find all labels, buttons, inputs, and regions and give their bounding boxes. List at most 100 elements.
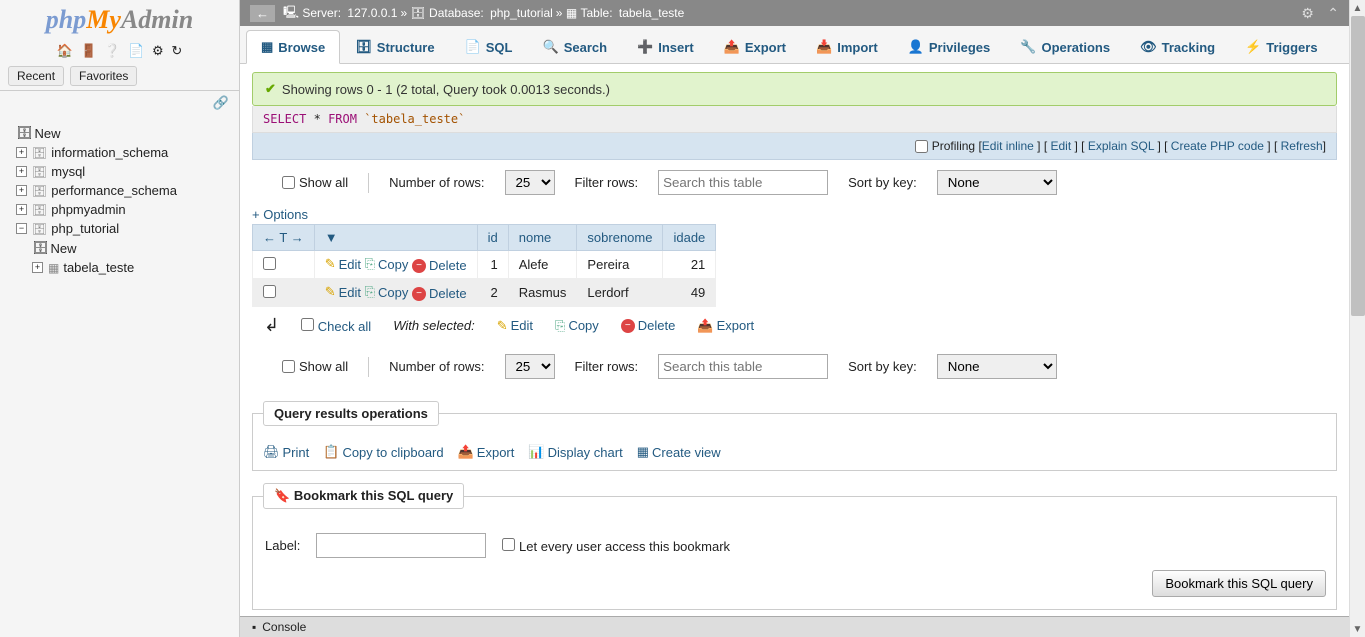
print-link[interactable]: 🖨Print bbox=[263, 444, 309, 460]
tree-db[interactable]: +🗄information_schema bbox=[4, 143, 235, 162]
tab-sql[interactable]: 📄SQL bbox=[450, 30, 528, 63]
clipboard-link[interactable]: 📋Copy to clipboard bbox=[323, 444, 443, 460]
tree-db[interactable]: +🗄mysql bbox=[4, 162, 235, 181]
explain-link[interactable]: Explain SQL bbox=[1088, 139, 1154, 153]
row-delete[interactable]: −Delete bbox=[412, 258, 467, 273]
sort-key-select[interactable]: None bbox=[937, 170, 1057, 195]
row-delete[interactable]: −Delete bbox=[412, 286, 467, 301]
create-view-link[interactable]: ▦Create view bbox=[637, 444, 721, 460]
filter-input[interactable] bbox=[658, 354, 828, 379]
check-all-control[interactable]: Check all bbox=[301, 318, 371, 334]
expand-icon[interactable]: + bbox=[16, 147, 27, 158]
nav-tabs: ▦Browse 🗄Structure 📄SQL 🔍Search ➕Insert … bbox=[240, 26, 1349, 64]
cell-id: 2 bbox=[477, 279, 508, 307]
expand-icon[interactable]: + bbox=[16, 204, 27, 215]
vertical-scrollbar[interactable]: ▲ ▼ bbox=[1349, 0, 1365, 637]
bulk-edit[interactable]: ✎Edit bbox=[497, 318, 533, 334]
breadcrumb-server[interactable]: 127.0.0.1 bbox=[347, 6, 397, 20]
show-all-checkbox[interactable] bbox=[282, 176, 295, 189]
sort-key-select[interactable]: None bbox=[937, 354, 1057, 379]
scroll-up-arrow[interactable]: ▲ bbox=[1350, 0, 1365, 16]
settings-icon[interactable]: ⚙ bbox=[152, 43, 164, 59]
expand-icon[interactable]: + bbox=[16, 185, 27, 196]
edit-link[interactable]: Edit bbox=[1050, 139, 1071, 153]
breadcrumb-db[interactable]: php_tutorial bbox=[490, 6, 553, 20]
tree-db-expanded[interactable]: −🗄php_tutorial bbox=[4, 219, 235, 238]
bulk-export[interactable]: 📤Export bbox=[697, 318, 754, 334]
row-copy[interactable]: ⎘Copy bbox=[365, 284, 409, 300]
tree-db[interactable]: +🗄phpmyadmin bbox=[4, 200, 235, 219]
tree-db[interactable]: +🗄performance_schema bbox=[4, 181, 235, 200]
column-idade[interactable]: idade bbox=[663, 225, 716, 251]
nav-collapse-button[interactable]: ← bbox=[250, 5, 275, 22]
show-all-control[interactable]: Show all bbox=[282, 175, 348, 190]
breadcrumb-table[interactable]: tabela_teste bbox=[619, 6, 684, 20]
column-sobrenome[interactable]: sobrenome bbox=[577, 225, 663, 251]
bookmark-share-checkbox[interactable] bbox=[502, 538, 515, 551]
sql-icon[interactable]: 📄 bbox=[128, 43, 144, 59]
tab-privileges[interactable]: 👤Privileges bbox=[893, 30, 1006, 63]
home-icon[interactable]: 🏠 bbox=[57, 43, 73, 59]
select-all-header[interactable]: ← T → bbox=[253, 225, 315, 251]
tree-new[interactable]: 🗄 New bbox=[4, 123, 235, 143]
profiling-checkbox[interactable] bbox=[915, 140, 928, 153]
column-id[interactable]: id bbox=[477, 225, 508, 251]
expand-icon[interactable]: + bbox=[32, 262, 43, 273]
column-nome[interactable]: nome bbox=[508, 225, 577, 251]
scroll-down-arrow[interactable]: ▼ bbox=[1350, 621, 1365, 637]
sort-indicator[interactable]: ▼ bbox=[314, 225, 477, 251]
chart-link[interactable]: 📊Display chart bbox=[528, 444, 622, 460]
row-copy[interactable]: ⎘Copy bbox=[365, 256, 409, 272]
row-edit[interactable]: ✎Edit bbox=[325, 256, 361, 272]
docs-icon[interactable]: ❔ bbox=[104, 43, 120, 59]
tab-structure[interactable]: 🗄Structure bbox=[340, 30, 449, 63]
export-link[interactable]: 📤Export bbox=[458, 444, 515, 460]
check-icon: ✔ bbox=[265, 81, 276, 97]
bookmark-submit-button[interactable]: Bookmark this SQL query bbox=[1152, 570, 1326, 597]
scrollbar-thumb[interactable] bbox=[1351, 16, 1365, 316]
edit-inline-link[interactable]: Edit inline bbox=[982, 139, 1034, 153]
tab-insert[interactable]: ➕Insert bbox=[622, 30, 709, 63]
bookmark-label-input[interactable] bbox=[316, 533, 486, 558]
collapse-icon[interactable]: − bbox=[16, 223, 27, 234]
create-php-link[interactable]: Create PHP code bbox=[1171, 139, 1264, 153]
tab-tracking[interactable]: 👁Tracking bbox=[1125, 30, 1230, 63]
show-all-control[interactable]: Show all bbox=[282, 359, 348, 374]
tree-table[interactable]: +▦tabela_teste bbox=[4, 258, 235, 277]
row-checkbox[interactable] bbox=[263, 285, 276, 298]
tab-recent[interactable]: Recent bbox=[8, 66, 64, 86]
tab-import[interactable]: 📥Import bbox=[801, 30, 893, 63]
tab-triggers[interactable]: ⚡Triggers bbox=[1230, 30, 1332, 63]
num-rows-select[interactable]: 25 bbox=[505, 354, 555, 379]
collapse-up-icon[interactable]: ⌃ bbox=[1327, 5, 1339, 21]
gear-icon[interactable]: ⚙ bbox=[1301, 5, 1314, 21]
logo[interactable]: phpMyAdmin bbox=[0, 0, 239, 40]
bulk-delete[interactable]: −Delete bbox=[621, 318, 676, 333]
row-edit[interactable]: ✎Edit bbox=[325, 284, 361, 300]
tab-favorites[interactable]: Favorites bbox=[70, 66, 137, 86]
tab-export[interactable]: 📤Export bbox=[709, 30, 801, 63]
success-message: ✔ Showing rows 0 - 1 (2 total, Query too… bbox=[252, 72, 1337, 106]
row-checkbox[interactable] bbox=[263, 257, 276, 270]
profiling-label[interactable]: Profiling bbox=[932, 139, 975, 153]
database-icon: 🗄 bbox=[32, 165, 47, 179]
refresh-link[interactable]: Refresh bbox=[1281, 139, 1323, 153]
cell-nome: Rasmus bbox=[508, 279, 577, 307]
database-icon: 🗄 bbox=[32, 146, 47, 160]
expand-icon[interactable]: + bbox=[16, 166, 27, 177]
options-toggle[interactable]: + Options bbox=[252, 205, 1337, 224]
filter-input[interactable] bbox=[658, 170, 828, 195]
tab-operations[interactable]: 🔧Operations bbox=[1005, 30, 1125, 63]
tab-search[interactable]: 🔍Search bbox=[528, 30, 623, 63]
reload-icon[interactable]: ↻ bbox=[171, 43, 182, 59]
show-all-checkbox[interactable] bbox=[282, 360, 295, 373]
exit-icon[interactable]: 🚪 bbox=[81, 43, 97, 59]
tree-new-table[interactable]: 🗄 New bbox=[4, 238, 235, 258]
bookmark-share-control[interactable]: Let every user access this bookmark bbox=[502, 538, 730, 554]
num-rows-select[interactable]: 25 bbox=[505, 170, 555, 195]
console-toggle[interactable]: ▪ Console bbox=[240, 616, 1349, 637]
tab-browse[interactable]: ▦Browse bbox=[246, 30, 340, 64]
link-icon[interactable]: 🔗 bbox=[213, 95, 229, 110]
bulk-copy[interactable]: ⎘Copy bbox=[555, 318, 599, 334]
check-all-checkbox[interactable] bbox=[301, 318, 314, 331]
